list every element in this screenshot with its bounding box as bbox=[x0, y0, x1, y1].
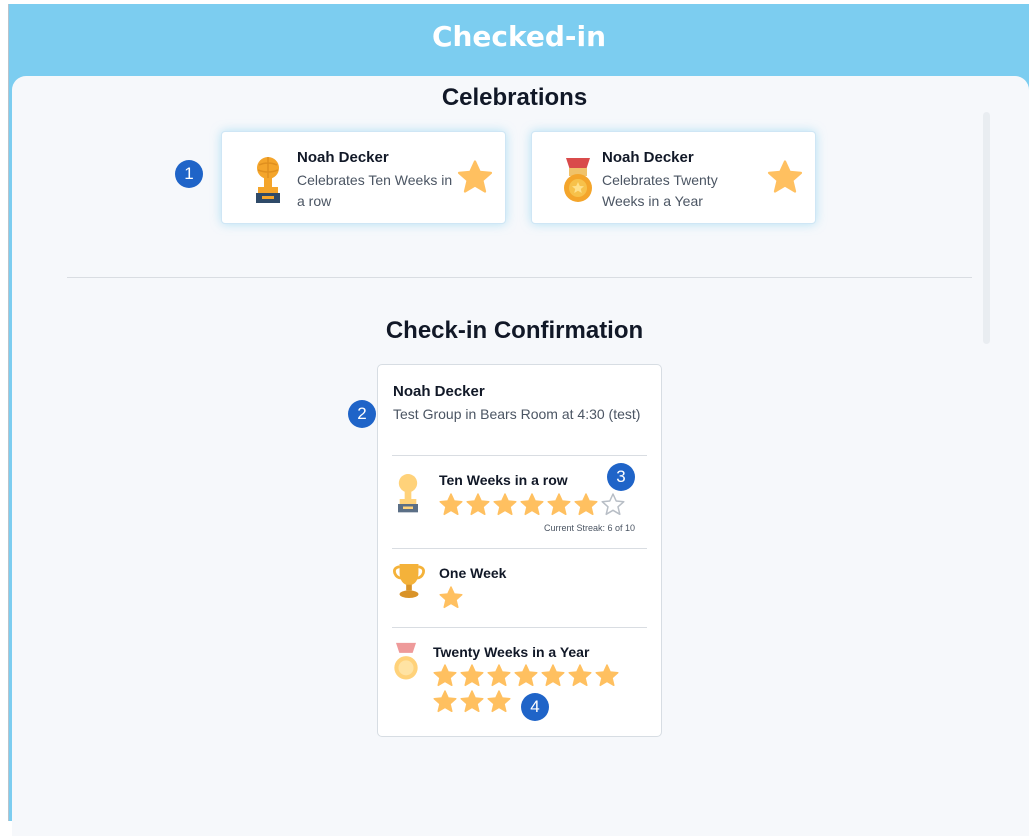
star-icon bbox=[457, 160, 493, 194]
star-filled-icon bbox=[487, 664, 511, 687]
celebrations-title: Celebrations bbox=[441, 84, 588, 111]
page-title: Checked-in bbox=[431, 20, 607, 53]
star-rating bbox=[439, 586, 463, 609]
streak-text: Current Streak: 6 of 10 bbox=[544, 523, 636, 533]
marker-1: 1 bbox=[175, 160, 203, 188]
marker-4: 4 bbox=[521, 693, 549, 721]
star-filled-icon bbox=[433, 664, 457, 687]
confirmation-title: Check-in Confirmation bbox=[385, 317, 644, 344]
medal-icon bbox=[391, 640, 421, 689]
celebration-card: Noah Decker Celebrates Ten Weeks in a ro… bbox=[221, 131, 506, 224]
divider bbox=[392, 548, 647, 549]
marker-2: 2 bbox=[348, 400, 376, 428]
achievement-title: Ten Weeks in a row bbox=[439, 472, 568, 488]
scrollbar[interactable] bbox=[983, 112, 990, 344]
checkin-description: Test Group in Bears Room at 4:30 (test) bbox=[393, 406, 641, 422]
star-filled-icon bbox=[433, 690, 457, 713]
section-divider bbox=[67, 277, 972, 278]
achievement-title: Twenty Weeks in a Year bbox=[433, 644, 590, 660]
confirmation-card: Noah Decker Test Group in Bears Room at … bbox=[377, 364, 662, 737]
star-filled-icon bbox=[547, 493, 571, 516]
trophy-icon bbox=[250, 156, 286, 206]
medal-icon bbox=[560, 156, 596, 206]
star-rating bbox=[439, 493, 625, 516]
achievement-title: One Week bbox=[439, 565, 507, 581]
star-filled-icon bbox=[493, 493, 517, 516]
star-icon bbox=[767, 160, 803, 194]
star-filled-icon bbox=[460, 664, 484, 687]
celebration-card: Noah Decker Celebrates Twenty Weeks in a… bbox=[531, 131, 816, 224]
celebration-name: Noah Decker bbox=[297, 149, 389, 166]
trophy-icon bbox=[393, 472, 423, 521]
star-filled-icon bbox=[520, 493, 544, 516]
divider bbox=[392, 627, 647, 628]
star-filled-icon bbox=[541, 664, 565, 687]
celebration-text: Celebrates Twenty Weeks in a Year bbox=[602, 172, 718, 209]
star-filled-icon bbox=[460, 690, 484, 713]
person-name: Noah Decker bbox=[393, 383, 485, 400]
star-filled-icon bbox=[487, 690, 511, 713]
star-filled-icon bbox=[439, 493, 463, 516]
star-empty-icon bbox=[601, 493, 625, 516]
marker-3: 3 bbox=[607, 463, 635, 491]
cup-icon bbox=[392, 561, 426, 604]
star-filled-icon bbox=[466, 493, 490, 516]
divider bbox=[392, 455, 647, 456]
star-filled-icon bbox=[439, 586, 463, 609]
star-filled-icon bbox=[514, 664, 538, 687]
celebration-name: Noah Decker bbox=[602, 149, 694, 166]
star-filled-icon bbox=[568, 664, 592, 687]
celebration-text: Celebrates Ten Weeks in a row bbox=[297, 172, 453, 209]
star-filled-icon bbox=[595, 664, 619, 687]
star-filled-icon bbox=[574, 493, 598, 516]
